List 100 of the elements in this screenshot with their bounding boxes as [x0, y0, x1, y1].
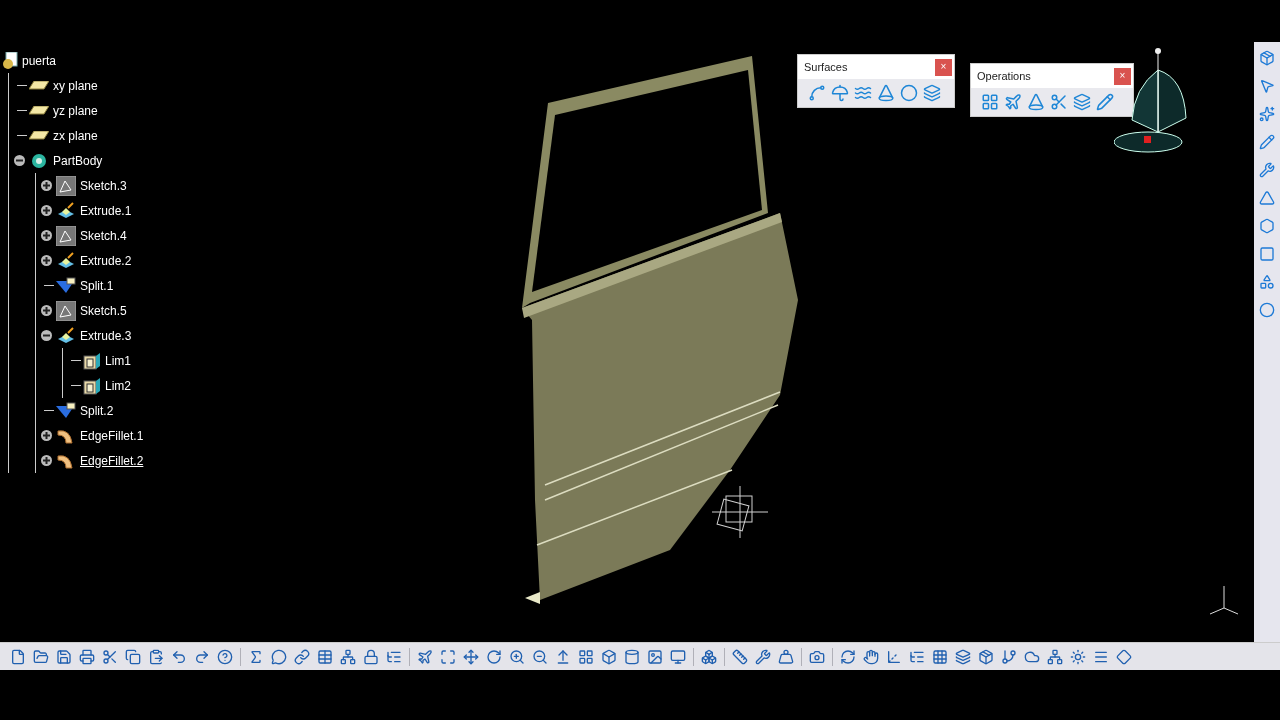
tool-icon[interactable] — [294, 648, 310, 665]
tree-item[interactable]: Sketch.4 — [80, 226, 127, 245]
tool-icon[interactable] — [1259, 218, 1275, 234]
tool-icon[interactable] — [978, 648, 994, 665]
tool-icon[interactable] — [831, 84, 849, 102]
tool-icon[interactable] — [900, 84, 918, 102]
tree-item[interactable]: puerta — [22, 51, 57, 70]
tree-item[interactable]: Sketch.3 — [80, 176, 127, 195]
tree-item[interactable]: PartBody — [53, 151, 103, 170]
sketch-icon — [56, 225, 76, 246]
extrude-icon — [56, 326, 76, 345]
tool-icon[interactable] — [1259, 78, 1275, 94]
tool-icon[interactable] — [171, 648, 187, 665]
expand-toggle[interactable] — [40, 255, 52, 266]
tool-icon[interactable] — [1259, 302, 1275, 318]
tool-icon[interactable] — [271, 648, 287, 665]
expand-toggle[interactable] — [40, 305, 52, 316]
tree-item[interactable]: zx plane — [53, 126, 98, 145]
tool-icon[interactable] — [248, 648, 264, 665]
tool-icon[interactable] — [417, 648, 433, 665]
tool-icon[interactable] — [1259, 50, 1275, 66]
tool-icon[interactable] — [1027, 93, 1045, 111]
tool-icon[interactable] — [102, 648, 118, 665]
tool-icon[interactable] — [1259, 106, 1275, 122]
tool-icon[interactable] — [217, 648, 233, 665]
tool-icon[interactable] — [670, 648, 686, 665]
tool-icon[interactable] — [886, 648, 902, 665]
tool-icon[interactable] — [877, 84, 895, 102]
tree-item[interactable]: EdgeFillet.1 — [80, 426, 144, 445]
tool-icon[interactable] — [1259, 162, 1275, 178]
expand-toggle[interactable] — [40, 330, 52, 341]
expand-toggle[interactable] — [13, 155, 25, 166]
expand-toggle[interactable] — [40, 205, 52, 216]
tool-icon[interactable] — [955, 648, 971, 665]
expand-toggle[interactable] — [40, 455, 52, 466]
tree-item[interactable]: Extrude.1 — [80, 201, 132, 220]
tool-icon[interactable] — [194, 648, 210, 665]
tool-icon[interactable] — [340, 648, 356, 665]
extrude-icon — [56, 201, 76, 220]
tree-item[interactable]: Lim1 — [105, 351, 131, 370]
tool-icon[interactable] — [578, 648, 594, 665]
expand-toggle[interactable] — [40, 430, 52, 441]
tool-icon[interactable] — [1070, 648, 1086, 665]
plane-icon — [29, 105, 49, 116]
tool-icon[interactable] — [624, 648, 640, 665]
expand-toggle[interactable] — [40, 180, 52, 191]
tool-icon[interactable] — [10, 648, 26, 665]
tool-icon[interactable] — [1259, 246, 1275, 262]
tool-icon[interactable] — [1116, 648, 1132, 665]
tree-item[interactable]: Extrude.2 — [80, 251, 132, 270]
tree-item[interactable]: Sketch.5 — [80, 301, 127, 320]
tool-icon[interactable] — [148, 648, 164, 665]
tool-icon[interactable] — [755, 648, 771, 665]
expand-toggle[interactable] — [40, 230, 52, 241]
tool-icon[interactable] — [440, 648, 456, 665]
tree-item[interactable]: Extrude.3 — [80, 326, 132, 345]
tool-icon[interactable] — [854, 84, 872, 102]
tool-icon[interactable] — [923, 84, 941, 102]
tool-icon[interactable] — [33, 648, 49, 665]
tool-icon[interactable] — [1004, 93, 1022, 111]
tool-icon[interactable] — [56, 648, 72, 665]
tool-icon[interactable] — [532, 648, 548, 665]
tool-icon[interactable] — [1259, 134, 1275, 150]
tool-icon[interactable] — [932, 648, 948, 665]
tool-icon[interactable] — [363, 648, 379, 665]
tool-icon[interactable] — [601, 648, 617, 665]
tool-icon[interactable] — [732, 648, 748, 665]
tool-icon[interactable] — [125, 648, 141, 665]
tool-icon[interactable] — [1259, 190, 1275, 206]
tool-icon[interactable] — [79, 648, 95, 665]
sketch-icon — [56, 300, 76, 321]
tool-icon[interactable] — [1001, 648, 1017, 665]
tool-icon[interactable] — [647, 648, 663, 665]
tree-item[interactable]: xy plane — [53, 76, 98, 95]
close-button[interactable]: × — [1114, 67, 1131, 85]
tree-item[interactable]: Split.1 — [80, 276, 114, 295]
tool-icon[interactable] — [317, 648, 333, 665]
tool-icon[interactable] — [463, 648, 479, 665]
tree-item[interactable]: Lim2 — [105, 376, 131, 395]
tool-icon[interactable] — [1073, 93, 1091, 111]
tree-item[interactable]: yz plane — [53, 101, 98, 120]
tool-icon[interactable] — [1047, 648, 1063, 665]
tool-icon[interactable] — [1050, 93, 1068, 111]
tree-item[interactable]: Split.2 — [80, 401, 114, 420]
limit-icon — [83, 351, 101, 370]
tool-icon[interactable] — [863, 648, 879, 665]
tool-icon[interactable] — [509, 648, 525, 665]
tool-icon[interactable] — [809, 648, 825, 665]
tool-icon[interactable] — [778, 648, 794, 665]
tool-icon[interactable] — [1259, 274, 1275, 290]
tool-icon[interactable] — [486, 648, 502, 665]
manipulator-icon — [712, 486, 768, 538]
tool-icon[interactable] — [808, 84, 826, 102]
tool-icon[interactable] — [981, 93, 999, 111]
tool-icon[interactable] — [701, 648, 717, 665]
tool-icon[interactable] — [555, 648, 571, 665]
tool-icon[interactable] — [1096, 93, 1114, 111]
close-button[interactable]: × — [935, 58, 952, 76]
tree-item[interactable]: EdgeFillet.2 — [80, 451, 144, 470]
tool-icon[interactable] — [840, 648, 856, 665]
